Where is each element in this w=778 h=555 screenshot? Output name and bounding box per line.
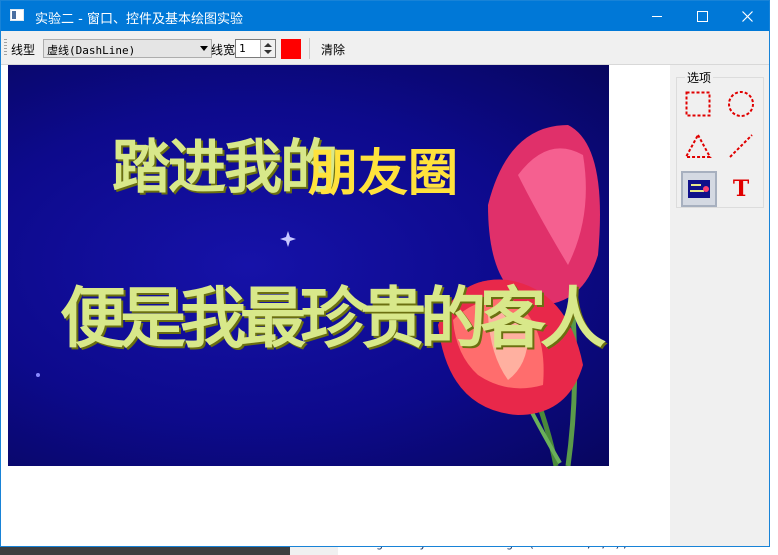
line-style-value: 虚线(DashLine) — [47, 44, 136, 57]
title-bar[interactable]: 实验二 - 窗口、控件及基本绘图实验 — [1, 1, 769, 31]
line-tool-button[interactable] — [725, 130, 757, 162]
spin-up-icon[interactable] — [264, 43, 272, 47]
maximize-icon — [696, 10, 708, 22]
app-window: 实验二 - 窗口、控件及基本绘图实验 线型 虚线(DashLine) 线宽 1 … — [0, 0, 770, 547]
line-style-combobox[interactable]: 虚线(DashLine) — [43, 39, 212, 58]
spinbox-buttons[interactable] — [260, 40, 275, 57]
line-width-spinbox[interactable]: 1 — [235, 39, 276, 58]
options-panel: 选项 T — [670, 65, 769, 546]
picture-caption-highlight: 朋友圈 — [308, 144, 458, 202]
app-icon — [10, 9, 24, 21]
options-group-label: 选项 — [685, 69, 714, 86]
image-thumbnail-icon — [688, 180, 710, 198]
image-tool-button[interactable] — [681, 171, 717, 207]
picture-caption-line1: 踏进我的 — [112, 133, 338, 201]
line-style-label: 线型 — [11, 43, 36, 57]
drawing-canvas[interactable]: 踏进我的 朋友圈 便是我最珍贵的客人 — [8, 65, 670, 546]
dashed-rectangle-icon — [685, 91, 711, 117]
toolbar-separator — [309, 38, 310, 59]
picture-caption-line2: 便是我最珍贵的客人 — [60, 279, 606, 357]
chevron-down-icon — [200, 46, 208, 51]
triangle-tool-button[interactable] — [682, 130, 714, 162]
close-icon — [741, 10, 753, 22]
minimize-icon — [652, 15, 662, 17]
line-width-label: 线宽 — [211, 43, 236, 57]
rectangle-tool-button[interactable] — [682, 88, 714, 120]
toolbar-grip[interactable] — [4, 39, 7, 57]
maximize-button[interactable] — [679, 1, 725, 31]
window-title: 实验二 - 窗口、控件及基本绘图实验 — [35, 12, 243, 27]
ellipse-tool-button[interactable] — [725, 88, 757, 120]
spin-down-icon[interactable] — [264, 50, 272, 54]
text-tool-button[interactable]: T — [725, 173, 757, 205]
line-width-value: 1 — [239, 42, 246, 55]
toolbar: 线型 虚线(DashLine) 线宽 1 清除 — [1, 31, 769, 65]
dashed-triangle-icon — [684, 133, 712, 158]
minimize-button[interactable] — [634, 1, 680, 31]
text-t-icon: T — [732, 176, 750, 202]
drawn-image: 踏进我的 朋友圈 便是我最珍贵的客人 — [8, 65, 609, 466]
dashed-circle-icon — [728, 91, 754, 117]
dashed-line-icon — [729, 134, 753, 158]
options-groupbox: 选项 T — [676, 69, 764, 208]
pen-color-button[interactable] — [281, 39, 301, 59]
close-button[interactable] — [724, 1, 770, 31]
clear-button[interactable]: 清除 — [321, 41, 345, 58]
